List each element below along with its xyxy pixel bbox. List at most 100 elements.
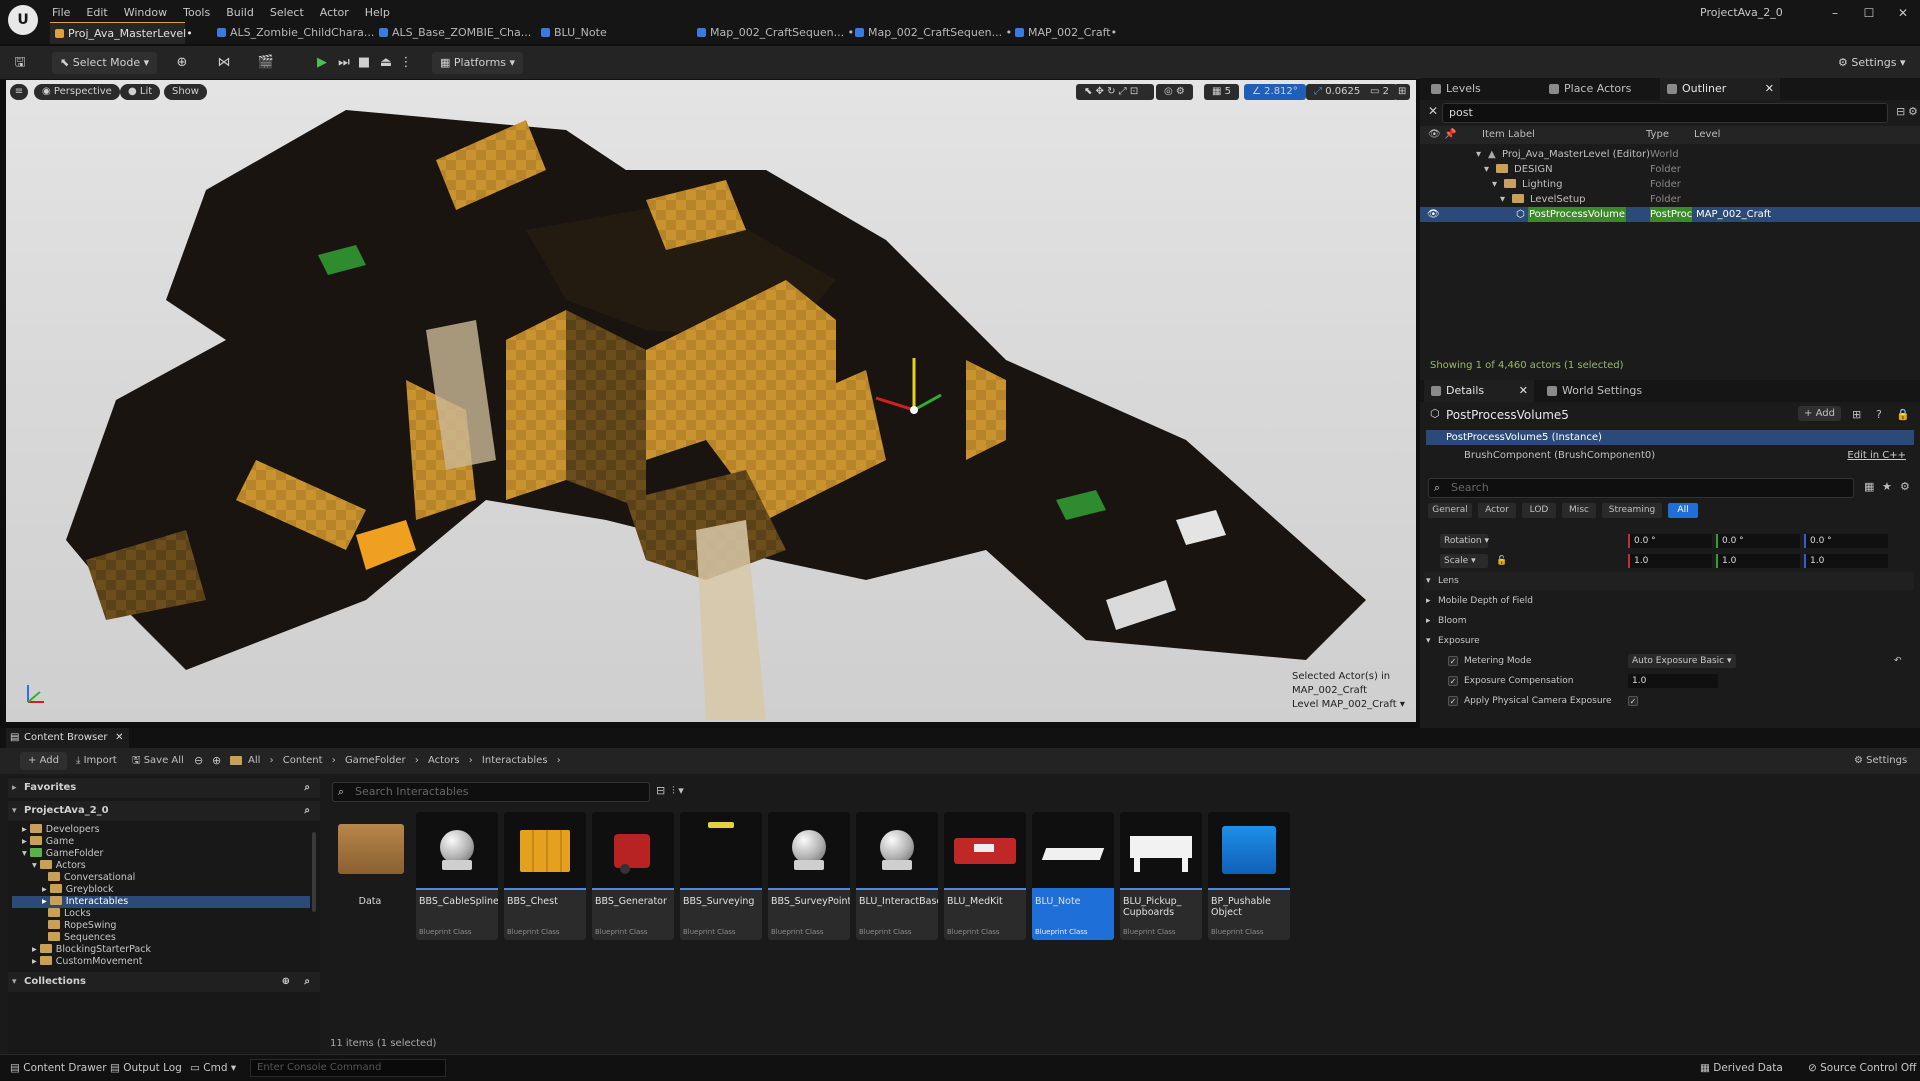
metering-mode-dropdown[interactable]: Auto Exposure Basic ▾ [1628, 654, 1736, 668]
outliner-add-icon[interactable]: ⊟ [1896, 105, 1905, 118]
asset-tile[interactable]: BBS_SurveyPoints Blueprint Class [768, 812, 850, 940]
physical-camera-checkbox[interactable]: ✓ [1448, 696, 1458, 706]
stop-icon[interactable]: ■ [354, 53, 374, 73]
tree-folder[interactable]: Locks [42, 908, 91, 920]
asset-tile[interactable]: BBS_Generator Blueprint Class [592, 812, 674, 940]
asset-tile[interactable]: BLU_MedKit Blueprint Class [944, 812, 1026, 940]
level-viewport[interactable]: ≡ ◉ Perspective ● Lit Show ⬉ ✥ ↻ ⤢ ⊡ ◎ ⚙… [6, 80, 1416, 722]
add-component-button[interactable]: + Add [1798, 406, 1841, 421]
rotation-y-field[interactable]: 0.0 ° [1716, 534, 1800, 548]
tree-folder[interactable]: ▸ BlockingStarterPack [32, 944, 151, 956]
tree-folder[interactable]: Conversational [42, 872, 135, 884]
more-options-icon[interactable]: ⋮ [396, 53, 416, 73]
tree-folder[interactable]: ▸ Greyblock [42, 884, 114, 896]
filter-all[interactable]: All [1668, 503, 1698, 518]
lock-icon[interactable]: 🔒 [1896, 408, 1910, 421]
cinematics-icon[interactable]: 🎬 [256, 53, 276, 73]
section-mobile-dof[interactable]: ▸ Mobile Depth of Field [1424, 592, 1914, 610]
project-header[interactable]: ▾ ProjectAva_2_0 ⌕ [8, 801, 320, 821]
component-row[interactable]: BrushComponent (BrushComponent0) Edit in… [1426, 448, 1914, 463]
rotation-x-field[interactable]: 0.0 ° [1628, 534, 1712, 548]
filter-actor[interactable]: Actor [1478, 503, 1516, 518]
search-icon[interactable]: ⌕ [304, 778, 310, 798]
col-item-label[interactable]: Item Label [1482, 126, 1535, 144]
tree-folder[interactable]: ▸ Developers [22, 824, 100, 836]
physical-camera-value-checkbox[interactable]: ✓ [1628, 696, 1638, 706]
outliner-row[interactable]: ▾ ▲ Proj_Ava_MasterLevel (Editor) World [1420, 147, 1920, 162]
folder-data[interactable]: Data [332, 812, 408, 940]
tab-craft-sequence-1[interactable]: Map_002_CraftSequen... • [692, 22, 864, 44]
add-button[interactable]: + Add [20, 752, 67, 770]
tab-outliner[interactable]: Outliner ✕ [1660, 78, 1780, 100]
breadcrumb-content[interactable]: Content [283, 755, 323, 766]
outliner-row[interactable]: ▾ Lighting Folder [1420, 177, 1920, 192]
expand-icon[interactable]: ▾ [1500, 192, 1505, 207]
perspective-button[interactable]: ◉ Perspective [34, 84, 120, 100]
grid-view-icon[interactable]: ▦ [1864, 480, 1874, 493]
scale-x-field[interactable]: 1.0 [1628, 554, 1712, 568]
breadcrumb-actors[interactable]: Actors [428, 755, 460, 766]
details-settings-icon[interactable]: ⚙ [1900, 480, 1910, 493]
filter-icon[interactable]: ⫶ ▾ [672, 784, 684, 798]
grid-snap-button[interactable]: ▦ 5 [1204, 84, 1240, 100]
content-drawer-button[interactable]: ▤ Content Drawer [10, 1055, 107, 1081]
tab-zombie-base[interactable]: ALS_Base_ZOMBIE_Cha... [374, 22, 541, 44]
tab-world-settings[interactable]: World Settings [1540, 380, 1652, 402]
tab-master-level[interactable]: Proj_Ava_MasterLevel• [50, 22, 193, 44]
expand-icon[interactable]: ▾ [1484, 162, 1489, 177]
col-level[interactable]: Level [1694, 126, 1720, 144]
scale-dropdown[interactable]: Scale ▾ [1440, 554, 1488, 568]
blueprints-icon[interactable]: ⋈ [214, 53, 234, 73]
col-type[interactable]: Type [1646, 126, 1669, 144]
section-bloom[interactable]: ▸ Bloom [1424, 612, 1914, 630]
filter-streaming[interactable]: Streaming [1602, 503, 1662, 518]
asset-tile[interactable]: BLU_Pickup_ Cupboards Blueprint Class [1120, 812, 1202, 940]
asset-tile[interactable]: BBS_Surveying Blueprint Class [680, 812, 762, 940]
save-all-button[interactable]: 🖫 Save All [132, 752, 184, 770]
tree-folder-selected[interactable]: ▸ Interactables [12, 896, 310, 908]
close-tab-icon[interactable]: ✕ [1519, 380, 1528, 402]
derived-data-button[interactable]: ▦ Derived Data [1700, 1055, 1783, 1081]
asset-tile-selected[interactable]: BLU_Note Blueprint Class [1032, 812, 1114, 940]
favorites-header[interactable]: ▸ Favorites ⌕ [8, 778, 320, 798]
search-icon[interactable]: ⌕ [304, 972, 310, 992]
section-exposure[interactable]: ▾ Exposure [1424, 632, 1914, 650]
rotation-z-field[interactable]: 0.0 ° [1804, 534, 1888, 548]
cb-settings-button[interactable]: ⚙ Settings [1854, 752, 1907, 770]
eject-icon[interactable]: ⏏ [376, 53, 396, 73]
outliner-search-input[interactable]: post [1442, 103, 1888, 123]
tab-place-actors[interactable]: Place Actors [1542, 78, 1641, 100]
actor-name[interactable]: PostProcessVolume5 [1446, 408, 1569, 422]
exposure-comp-checkbox[interactable]: ✓ [1448, 676, 1458, 686]
transform-tools[interactable]: ⬉ ✥ ↻ ⤢ ⊡ [1076, 84, 1154, 100]
rotation-snap-button[interactable]: ∠ 2.812° [1244, 84, 1306, 100]
filter-lod[interactable]: LOD [1522, 503, 1556, 518]
asset-search-input[interactable]: ⌕ Search Interactables [332, 782, 650, 802]
add-collection-icon[interactable]: ⊕ [282, 972, 290, 992]
exposure-comp-field[interactable]: 1.0 [1628, 674, 1718, 688]
edit-in-cpp-link[interactable]: Edit in C++ [1847, 448, 1906, 463]
collections-header[interactable]: ▾ Collections ⊕ ⌕ [8, 972, 320, 992]
tab-levels[interactable]: Levels [1424, 78, 1491, 100]
visibility-icon[interactable]: 👁 [1427, 207, 1440, 222]
section-lens[interactable]: ▾ Lens [1424, 572, 1914, 590]
cmd-dropdown[interactable]: ▭ Cmd ▾ [190, 1055, 236, 1081]
viewport-menu-icon[interactable]: ≡ [10, 84, 28, 100]
tree-folder[interactable]: ▾ Actors [32, 860, 86, 872]
tab-craft-sequence-2[interactable]: Map_002_CraftSequen... • [850, 22, 1022, 44]
breadcrumb-all[interactable]: All [248, 755, 260, 766]
save-icon[interactable]: 🖫 [10, 53, 30, 73]
save-search-icon[interactable]: ⊟ [656, 784, 665, 797]
show-button[interactable]: Show [164, 84, 207, 100]
tree-folder[interactable]: Sequences [42, 932, 116, 944]
tree-scrollbar[interactable] [312, 832, 316, 912]
advance-frame-icon[interactable]: ⏭ [334, 53, 354, 73]
search-icon[interactable]: ⌕ [304, 801, 310, 821]
scale-lock-icon[interactable]: 🔓 [1496, 552, 1507, 570]
rotation-dropdown[interactable]: Rotation ▾ [1440, 534, 1489, 548]
tab-map-craft[interactable]: MAP_002_Craft• [1010, 22, 1127, 44]
scale-snap-button[interactable]: ⤢ 0.0625 [1306, 84, 1369, 100]
outliner-row[interactable]: ▾ LevelSetup Folder [1420, 192, 1920, 207]
console-input[interactable]: Enter Console Command [250, 1059, 446, 1077]
clear-search-icon[interactable]: ✕ [1428, 104, 1438, 118]
